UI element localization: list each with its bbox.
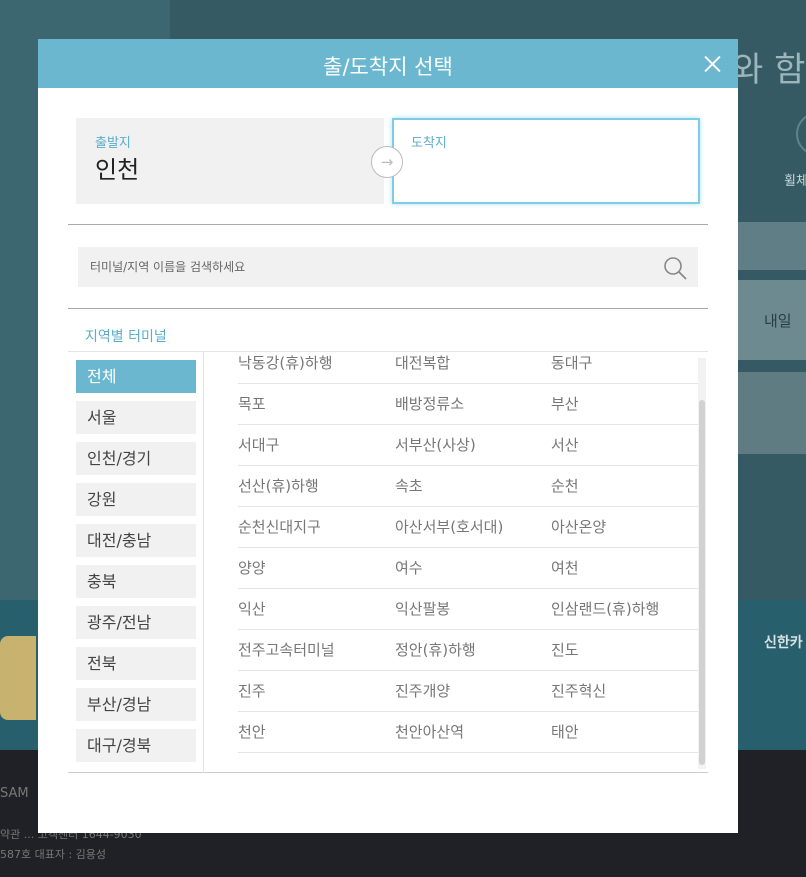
terminal-row: 서대구 서부산(사상) 서산 (238, 425, 703, 466)
terminal-item[interactable]: 목포 (238, 397, 266, 412)
terminal-row: 양양 여수 여천 (238, 548, 703, 589)
region-browser: 전체서울인천/경기강원대전/충남충북광주/전남전북부산/경남대구/경북 낙동강(… (68, 351, 708, 773)
arrival-label: 도착지 (411, 136, 447, 151)
terminal-item[interactable]: 진주혁신 (551, 684, 606, 699)
footer-info-line: 587호 대표자 : 김용성 (0, 848, 107, 861)
modal-header: 출/도착지 선택 (38, 39, 738, 88)
terminal-item[interactable]: 전주고속터미널 (238, 643, 335, 658)
terminal-item[interactable]: 부산 (551, 397, 579, 412)
hero-headline: 와 함 (732, 50, 806, 90)
terminal-item[interactable]: 양양 (238, 561, 266, 576)
search-icon[interactable] (662, 255, 688, 281)
terminal-item[interactable]: 정안(휴)하행 (395, 643, 476, 658)
terminal-item[interactable]: 서부산(사상) (395, 438, 476, 453)
arrival-field[interactable]: 도착지 (392, 118, 700, 204)
terminal-item[interactable]: 선산(휴)하행 (238, 479, 319, 494)
region-item[interactable]: 강원 (76, 483, 196, 516)
terminal-item[interactable]: 여천 (551, 561, 579, 576)
terminal-row: 진주 진주개양 진주혁신 (238, 671, 703, 712)
region-item[interactable]: 전북 (76, 647, 196, 680)
promo-brand: 신한카 (764, 635, 803, 651)
region-section-title: 지역별 터미널 (85, 329, 167, 345)
terminal-row: 선산(휴)하행 속초 순천 (238, 466, 703, 507)
scrollbar[interactable] (698, 358, 706, 769)
footer-logo: SAM (0, 786, 29, 801)
terminal-item[interactable]: 배방정류소 (395, 397, 464, 412)
booking-card-lower (738, 372, 806, 454)
departure-field[interactable]: 출발지 인천 (76, 118, 384, 204)
terminal-item[interactable]: 속초 (395, 479, 423, 494)
date-tomorrow: 내일 (764, 312, 792, 330)
divider (68, 224, 708, 225)
terminal-row: 전주고속터미널 정안(휴)하행 진도 (238, 630, 703, 671)
terminal-item[interactable]: 진주 (238, 684, 266, 699)
terminal-item[interactable]: 진주개양 (395, 684, 450, 699)
terminal-row: 천안 천안아산역 태안 (238, 712, 703, 753)
region-item[interactable]: 대구/경북 (76, 729, 196, 762)
modal-title: 출/도착지 선택 (323, 55, 453, 79)
region-item[interactable]: 대전/충남 (76, 524, 196, 557)
terminal-item[interactable]: 천안아산역 (395, 725, 464, 740)
bus-image (0, 636, 36, 720)
divider (203, 352, 204, 773)
terminal-item[interactable]: 서대구 (238, 438, 279, 453)
region-item[interactable]: 부산/경남 (76, 688, 196, 721)
search-input[interactable] (90, 257, 650, 277)
route-select-modal: 출/도착지 선택 출발지 인천 도착지 → 지역별 터미널 전체서울인천/경기강… (38, 39, 738, 833)
terminal-item[interactable]: 대전복합 (395, 356, 450, 371)
region-item[interactable]: 충북 (76, 565, 196, 598)
close-icon[interactable] (696, 48, 728, 80)
terminal-item[interactable]: 서산 (551, 438, 579, 453)
terminal-row: 낙동강(휴)하행 대전복합 동대구 (238, 352, 703, 384)
terminal-row: 순천신대지구 아산서부(호서대) 아산온양 (238, 507, 703, 548)
terminal-item[interactable]: 인삼랜드(휴)하행 (551, 602, 659, 617)
region-item[interactable]: 전체 (76, 360, 196, 393)
terminal-item[interactable]: 익산 (238, 602, 266, 617)
terminal-row: 익산 익산팔봉 인삼랜드(휴)하행 (238, 589, 703, 630)
search-bar (78, 247, 698, 287)
terminal-item[interactable]: 익산팔봉 (395, 602, 450, 617)
terminal-item[interactable]: 낙동강(휴)하행 (238, 356, 333, 371)
route-fields: 출발지 인천 도착지 → (76, 118, 701, 204)
terminal-item[interactable]: 아산온양 (551, 520, 606, 535)
terminal-item[interactable]: 진도 (551, 643, 579, 658)
terminal-item[interactable]: 여수 (395, 561, 423, 576)
booking-card (738, 222, 806, 270)
arrow-right-icon[interactable]: → (371, 146, 403, 178)
terminal-item[interactable]: 아산서부(호서대) (395, 520, 503, 535)
region-item[interactable]: 인천/경기 (76, 442, 196, 475)
departure-value: 인천 (95, 156, 140, 184)
terminal-item[interactable]: 순천신대지구 (238, 520, 321, 535)
divider (68, 308, 708, 309)
terminal-list: 낙동강(휴)하행 대전복합 동대구목포 배방정류소 부산서대구 서부산(사상) 서산선산(휴… (238, 352, 703, 762)
terminal-item[interactable]: 천안 (238, 725, 266, 740)
region-item[interactable]: 광주/전남 (76, 606, 196, 639)
terminal-item[interactable]: 순천 (551, 479, 579, 494)
region-item[interactable]: 서울 (76, 401, 196, 434)
terminal-row: 목포 배방정류소 부산 (238, 384, 703, 425)
terminal-item[interactable]: 동대구 (551, 356, 592, 371)
scrollbar-thumb[interactable] (699, 400, 705, 765)
departure-label: 출발지 (95, 136, 131, 151)
wheelchair-label: 휠체 (784, 174, 806, 189)
region-list: 전체서울인천/경기강원대전/충남충북광주/전남전북부산/경남대구/경북 (76, 360, 196, 770)
terminal-item[interactable]: 태안 (551, 725, 579, 740)
